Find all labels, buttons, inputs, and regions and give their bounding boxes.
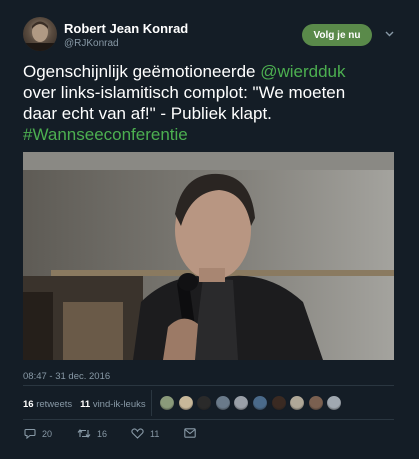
- tweet-text-line: Ogenschijnlijk geëmotioneerde @wierdduk: [23, 61, 408, 82]
- retweet-icon: [77, 429, 91, 438]
- likes-label: vind-ik-leuks: [92, 399, 146, 410]
- engagement-stats: 16 retweets 11 vind-ik-leuks: [23, 399, 146, 410]
- liker-avatar[interactable]: [233, 395, 250, 411]
- reply-action[interactable]: 20: [24, 428, 52, 439]
- tweet-text-line: over links-islamitisch complot: "We moet…: [23, 82, 408, 103]
- liker-avatar[interactable]: [214, 395, 231, 411]
- avatar[interactable]: [23, 17, 57, 51]
- avatar-portrait: [23, 21, 57, 51]
- tweet-text-line: daar echt van af!" - Publiek klapt.: [23, 103, 408, 124]
- retweets-stat[interactable]: 16 retweets: [23, 399, 72, 410]
- direct-message-action[interactable]: [184, 428, 202, 438]
- divider: [23, 385, 394, 386]
- retweet-action[interactable]: 16: [77, 428, 107, 439]
- divider: [23, 419, 394, 420]
- vertical-divider: [151, 390, 152, 416]
- liker-avatar[interactable]: [270, 395, 287, 411]
- hashtag-link[interactable]: #Wannseeconferentie: [23, 125, 188, 144]
- tweet-card: Robert Jean Konrad @RJKonrad Volg je nu …: [0, 0, 419, 459]
- speaker-video-frame: [23, 152, 394, 360]
- liker-avatar[interactable]: [289, 395, 306, 411]
- tweet-timestamp[interactable]: 08:47 - 31 dec. 2016: [23, 371, 110, 382]
- tweet-text: Ogenschijnlijk geëmotioneerde @wierdduk o…: [23, 61, 408, 145]
- tweet-text-line: #Wannseeconferentie: [23, 124, 408, 145]
- tweet-text-segment: Ogenschijnlijk geëmotioneerde: [23, 62, 261, 81]
- like-action[interactable]: 11: [131, 428, 159, 439]
- reply-count: 20: [42, 428, 53, 439]
- like-count: 11: [150, 428, 160, 439]
- tweet-text-segment: over links-islamitisch complot: "We moet…: [23, 83, 346, 102]
- liker-avatar[interactable]: [307, 395, 324, 411]
- liker-avatars: [159, 395, 345, 411]
- retweet-count: 16: [97, 428, 108, 439]
- tweet-text-segment: daar echt van af!" - Publiek klapt.: [23, 104, 272, 123]
- heart-icon: [131, 428, 144, 439]
- liker-avatar[interactable]: [159, 395, 175, 411]
- likes-stat[interactable]: 11 vind-ik-leuks: [80, 399, 145, 410]
- follow-button[interactable]: Volg je nu: [302, 24, 372, 46]
- author-name[interactable]: Robert Jean Konrad: [64, 21, 188, 36]
- liker-avatar[interactable]: [326, 395, 343, 411]
- liker-avatar[interactable]: [177, 395, 194, 411]
- tweet-video-still[interactable]: [23, 152, 394, 360]
- chevron-down-icon[interactable]: [385, 31, 394, 37]
- reply-icon: [24, 428, 36, 439]
- author-handle[interactable]: @RJKonrad: [64, 38, 119, 49]
- likes-count: 11: [80, 399, 91, 410]
- retweets-count: 16: [23, 399, 34, 410]
- message-icon: [184, 428, 196, 438]
- retweets-label: retweets: [36, 399, 73, 410]
- liker-avatar[interactable]: [196, 395, 213, 411]
- mention-link[interactable]: @wierdduk: [260, 62, 345, 81]
- liker-avatar[interactable]: [251, 395, 268, 411]
